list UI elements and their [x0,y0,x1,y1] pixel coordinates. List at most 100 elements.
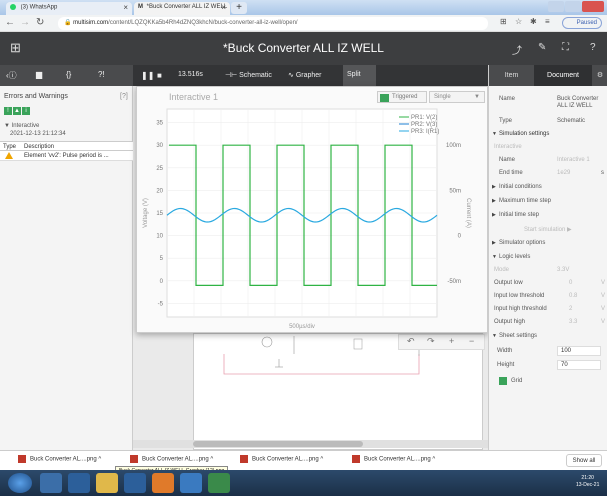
star-icon[interactable]: ☆ [515,17,522,26]
legend-label: PR2: V(3) [411,122,437,128]
output-high-value[interactable]: 3.3 [569,319,577,325]
new-tab-button[interactable]: + [231,2,247,14]
split-tab[interactable]: Split [343,65,376,86]
download-item[interactable]: Buck Converter AL....png ^ [18,455,101,463]
tab-whatsapp[interactable]: (3) WhatsApp × [6,2,132,15]
y2-tick-label: 100m [446,143,461,149]
ie-icon[interactable] [68,473,90,493]
close-window-button[interactable] [582,1,604,12]
max-time-step-section[interactable]: ▶ Maximum time step [489,195,607,208]
scrollbar-thumb[interactable] [193,441,363,447]
menu-icon[interactable]: ≡ [545,17,550,26]
firefox-icon[interactable] [152,473,174,493]
initial-time-step-label: Initial time step [499,212,540,218]
sim-settings-section[interactable]: ▼ Simulation settings [489,128,607,141]
filter-info-icon[interactable]: i [22,107,30,115]
start-simulation-button[interactable]: Start simulation ▶ [489,223,607,236]
schematic-canvas[interactable] [193,333,483,450]
start-icon[interactable] [8,473,32,493]
translate-icon[interactable]: ⊞ [500,17,507,26]
filter-error-icon[interactable]: ! [4,107,12,115]
close-tab-icon[interactable]: × [123,3,128,12]
grid-checkbox[interactable] [499,377,507,385]
url-field[interactable]: 🔒 multisim.com/content/LQZQKKa5b4Rh4dZNQ… [58,17,488,30]
errors-icon[interactable]: ?! [98,70,105,79]
errors-help[interactable]: [?] [120,93,128,100]
schematic-tab[interactable]: ⊣⊢ Schematic [225,71,272,79]
minimize-button[interactable] [548,1,564,12]
horizontal-scrollbar[interactable] [133,440,488,448]
filter-warning-icon[interactable]: ▲ [13,107,21,115]
prop-end-time: End time 1e29 s [489,167,607,180]
fullscreen-icon[interactable]: ⛶ [562,42,569,53]
show-all-button[interactable]: Show all [566,454,602,467]
help-icon[interactable]: ? [590,42,596,53]
simulator-options-section[interactable]: ▶ Simulator options [489,237,607,250]
end-time-value[interactable]: 1e29 [557,170,570,176]
download-item[interactable]: Buck Converter AL....png ^ [352,455,435,463]
clock-time: 21:20 [581,475,594,481]
code-icon[interactable]: {} [66,70,71,79]
redo-icon[interactable]: ↷ [427,336,435,347]
type-label: Type [499,118,513,124]
pause-icon[interactable]: ❚❚ [141,71,154,80]
schematic-drawing [223,336,420,375]
waveform-plot: 35 30 25 20 15 10 5 0 -5 100m 50m 0 -50m Voltage (V) C… [143,108,471,330]
system-clock[interactable]: 21:20 13-Dec-21 [576,475,599,489]
zoom-in-icon[interactable]: + [449,336,454,346]
end-time-label: End time [499,170,523,176]
undo-icon[interactable]: ↶ [407,336,415,347]
initial-time-step-section[interactable]: ▶ Initial time step [489,209,607,222]
download-item[interactable]: Buck Converter AL....png ^ [240,455,323,463]
tab-document[interactable]: Document [534,65,592,86]
close-tab-icon[interactable]: × [221,3,226,12]
taskbar: 21:20 13-Dec-21 [0,470,607,496]
settings-gear-icon[interactable]: ⚙ [592,65,607,86]
mode-value[interactable]: 3.3V [557,267,569,273]
width-input[interactable]: 100 [557,346,601,356]
stop-icon[interactable]: ■ [157,71,162,80]
reload-icon[interactable]: ↻ [36,17,44,28]
table-row[interactable]: Element 'vv2': Pulse period is ... [0,151,133,161]
logic-levels-section[interactable]: ▼ Logic levels [489,251,607,264]
sim-time: 13.516s [178,71,203,78]
app-icon[interactable] [180,473,202,493]
share-icon[interactable]: ⤴ [512,42,522,57]
back-icon[interactable]: ← [5,17,15,28]
error-group[interactable]: ▼ Interactive 2021-12-13 21:12:34 [4,122,66,138]
maximize-button[interactable] [565,1,581,12]
col-type: Type [3,144,17,150]
extensions-icon[interactable]: ✱ [530,17,537,26]
prop-width: Width 100 [489,345,607,358]
media-icon[interactable] [124,473,146,493]
input-high-value[interactable]: 2 [569,306,572,312]
input-low-value[interactable]: 0.8 [569,293,577,299]
unit-label: V [601,319,606,325]
sim-name-value[interactable]: Interactive 1 [557,157,590,163]
col-description: Description [24,144,55,150]
sheet-settings-section[interactable]: ▼ Sheet settings [489,330,607,343]
height-input[interactable]: 70 [557,360,601,370]
excel-icon[interactable] [208,473,230,493]
chrome-icon[interactable] [40,473,62,493]
grapher-tab[interactable]: ∿ Grapher [288,71,322,79]
explorer-icon[interactable] [96,473,118,493]
collapse-icon[interactable]: ‹ⓘ [6,70,17,81]
graph-controls: ↶ ↷ + − [398,334,485,350]
y-tick-label: 25 [156,166,163,172]
tab-item[interactable]: Item [489,65,534,86]
legend-label: PR1: V(2) [411,115,437,121]
name-value[interactable]: Buck Converter ALL IZ WELL [557,96,607,110]
zoom-out-icon[interactable]: − [469,336,474,346]
download-item[interactable]: Buck Converter AL....png ^ [130,455,213,463]
components-icon[interactable]: ▆ [36,70,42,79]
edit-icon[interactable]: ✎ [538,42,546,53]
tab-multisim[interactable]: M *Buck Converter ALL IZ WELL × [134,2,230,15]
sim-type-select[interactable]: Interactive [489,141,607,154]
initial-conditions-section[interactable]: ▶ Initial conditions [489,181,607,194]
file-icon [352,455,360,463]
grapher-window[interactable]: Interactive 1 Triggered Single ▼ 35 30 25 2… [136,86,488,333]
output-low-value[interactable]: 0 [569,280,572,286]
paused-profile-button[interactable]: Paused [562,17,602,29]
forward-icon[interactable]: → [20,17,30,28]
